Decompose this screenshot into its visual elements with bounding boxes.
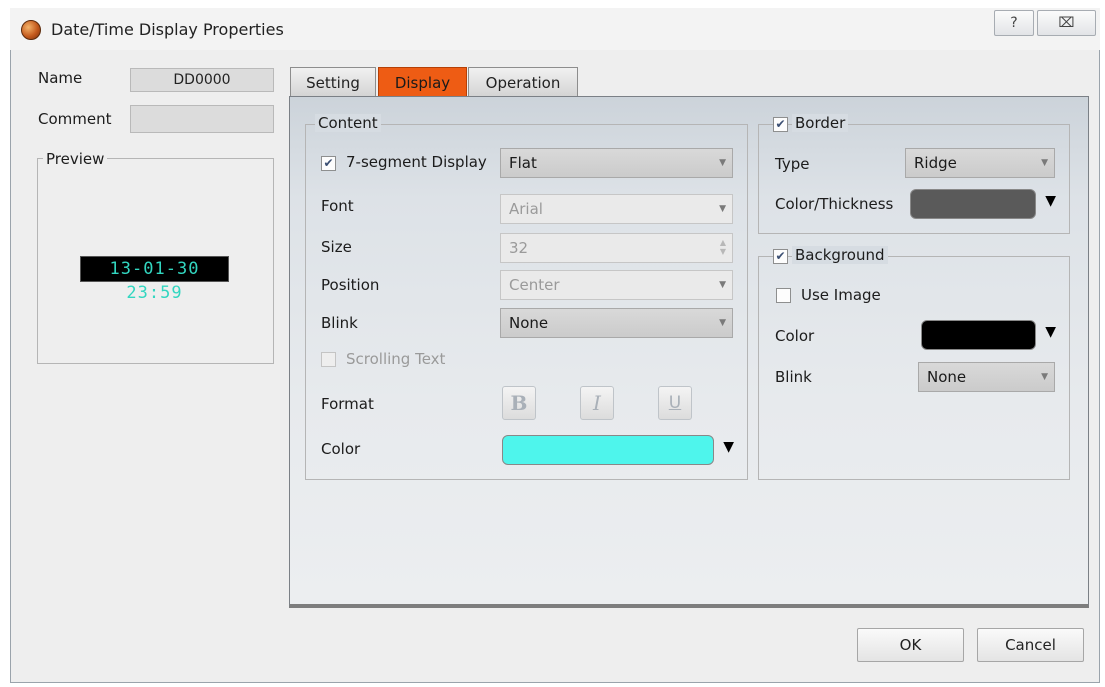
background-legend: Background	[792, 246, 888, 264]
size-spinbox[interactable]: 32 ▲ ▼	[500, 233, 733, 263]
name-field[interactable]: DD0000	[130, 68, 274, 92]
tab-display[interactable]: Display	[378, 67, 467, 97]
font-color-picker[interactable]: ▼	[502, 435, 734, 465]
border-color-swatch	[910, 189, 1036, 219]
comment-field[interactable]	[130, 105, 274, 133]
border-color-label: Color/Thickness	[775, 195, 894, 213]
use-image-label: Use Image	[801, 286, 881, 304]
border-type-label: Type	[775, 155, 810, 173]
underline-button[interactable]: U	[658, 386, 692, 420]
chevron-down-icon: ▼	[719, 158, 726, 168]
app-icon	[21, 20, 41, 40]
seven-segment-style-value: Flat	[509, 154, 537, 172]
close-button[interactable]: ⌧	[1037, 10, 1096, 36]
seven-segment-label: 7-segment Display	[346, 153, 487, 171]
format-label: Format	[321, 395, 374, 413]
position-select[interactable]: Center ▼	[500, 270, 733, 300]
preview-label: Preview	[43, 150, 108, 168]
background-checkbox[interactable]: ✔	[773, 249, 788, 264]
background-color-label: Color	[775, 327, 815, 345]
name-label: Name	[38, 69, 83, 87]
font-value: Arial	[509, 200, 543, 218]
dropdown-arrow-icon: ▼	[723, 439, 734, 455]
chevron-down-icon: ▼	[1041, 158, 1048, 168]
scrolling-text-label: Scrolling Text	[346, 350, 446, 368]
background-blink-value: None	[927, 368, 967, 386]
spin-arrows-icon: ▲ ▼	[719, 238, 726, 256]
tab-setting[interactable]: Setting	[290, 67, 376, 97]
border-checkbox[interactable]: ✔	[773, 117, 788, 132]
scrolling-text-checkbox[interactable]	[321, 352, 336, 367]
seven-segment-style-select[interactable]: Flat ▼	[500, 148, 733, 178]
dropdown-arrow-icon: ▼	[1045, 324, 1056, 340]
border-color-picker[interactable]: ▼	[910, 189, 1056, 219]
blink-label: Blink	[321, 314, 358, 332]
position-label: Position	[321, 276, 380, 294]
chevron-down-icon: ▼	[719, 280, 726, 290]
position-value: Center	[509, 276, 560, 294]
help-button[interactable]: ?	[994, 10, 1034, 36]
chevron-down-icon: ▼	[719, 318, 726, 328]
chevron-down-icon: ▼	[719, 204, 726, 214]
content-legend: Content	[315, 114, 381, 132]
chevron-down-icon: ▼	[1041, 372, 1048, 382]
background-color-swatch	[921, 320, 1036, 350]
bold-button[interactable]: B	[502, 386, 536, 420]
preview-seven-segment-display: 13-01-30 23:59	[80, 256, 229, 303]
color-label: Color	[321, 440, 361, 458]
blink-value: None	[509, 314, 549, 332]
ok-button[interactable]: OK	[857, 628, 964, 662]
seven-segment-checkbox[interactable]: ✔	[321, 156, 336, 171]
font-label: Font	[321, 197, 354, 215]
font-color-swatch	[502, 435, 714, 465]
border-legend: Border	[792, 114, 849, 132]
background-blink-label: Blink	[775, 368, 812, 386]
window-title: Date/Time Display Properties	[51, 20, 284, 39]
dropdown-arrow-icon: ▼	[1045, 193, 1056, 209]
comment-label: Comment	[38, 110, 112, 128]
border-type-select[interactable]: Ridge ▼	[905, 148, 1055, 178]
border-type-value: Ridge	[914, 154, 957, 172]
font-select[interactable]: Arial ▼	[500, 194, 733, 224]
use-image-checkbox[interactable]	[776, 288, 791, 303]
tab-operation[interactable]: Operation	[468, 67, 578, 97]
size-label: Size	[321, 238, 352, 256]
italic-button[interactable]: I	[580, 386, 614, 420]
cancel-button[interactable]: Cancel	[977, 628, 1084, 662]
blink-select[interactable]: None ▼	[500, 308, 733, 338]
background-blink-select[interactable]: None ▼	[918, 362, 1055, 392]
size-value: 32	[509, 239, 529, 257]
background-color-picker[interactable]: ▼	[921, 320, 1056, 350]
